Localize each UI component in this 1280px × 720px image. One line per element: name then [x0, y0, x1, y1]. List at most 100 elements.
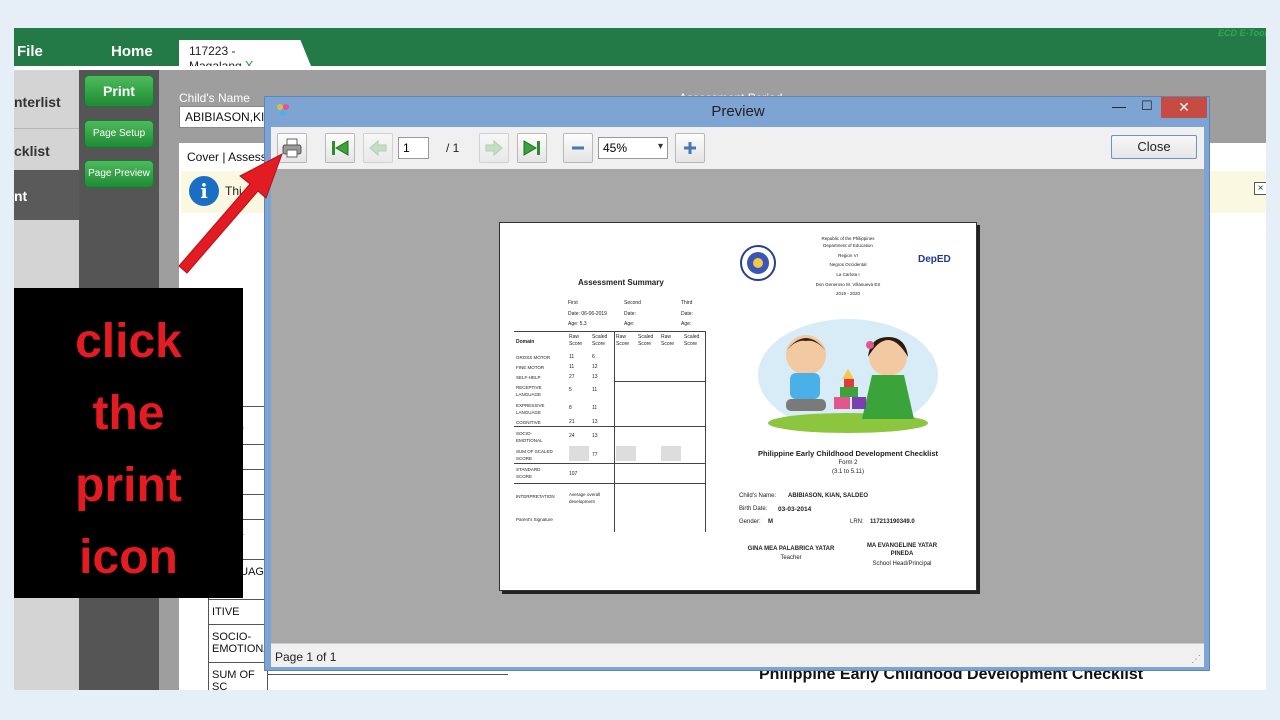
assessment-2-age: Age:	[624, 321, 635, 327]
teacher-name: GINA MEA PALABRICA YATAR	[747, 546, 835, 552]
resize-grip-icon[interactable]: ⋰	[1191, 654, 1201, 665]
next-page-button[interactable]	[479, 133, 509, 163]
assessment-1-label: First	[568, 300, 578, 306]
row-raw: 5	[569, 387, 572, 393]
sidebar-item-masterlist[interactable]: nterlist	[14, 70, 79, 128]
sidebar-item-checklist[interactable]: cklist	[14, 128, 79, 170]
first-page-button[interactable]	[325, 133, 355, 163]
row-scaled: 12	[592, 364, 598, 370]
table-row: ITIVE	[208, 599, 268, 624]
row-raw: 11	[569, 354, 575, 360]
row-raw: 27	[569, 374, 575, 380]
page-setup-button[interactable]: Page Setup	[84, 120, 154, 148]
assessment-3-age: Age:	[681, 321, 692, 327]
last-page-icon	[523, 140, 540, 156]
status-bar: Page 1 of 1 ⋰	[271, 643, 1204, 667]
col-domain: Domain	[516, 339, 535, 345]
child-name-label: Child's Name	[179, 91, 250, 105]
sidebar-item-report[interactable]: nt	[14, 170, 79, 220]
app-brand: ECD E-Tool	[1218, 28, 1266, 38]
assessment-1-age: Age: 5.3	[568, 321, 587, 327]
minimize-button[interactable]: —	[1105, 98, 1133, 118]
gender-label: Gender:	[739, 519, 761, 525]
chevron-down-icon: ▾	[657, 141, 663, 152]
header-line: 2019 - 2020	[835, 291, 861, 296]
header-line: La Carlota I	[836, 272, 860, 277]
bg-table-rule	[268, 674, 508, 675]
table-rule	[705, 331, 706, 532]
page-preview-button[interactable]: Page Preview	[84, 160, 154, 188]
row-raw: 24	[569, 433, 575, 439]
col-scaled-1: Scaled Score	[592, 334, 608, 347]
form-title: Philippine Early Childhood Development C…	[757, 449, 939, 458]
header-line: Region VI	[838, 253, 858, 258]
info-icon: i	[189, 176, 219, 206]
header-line: Negros Occidental	[829, 262, 867, 267]
sum-value: 77	[592, 452, 598, 458]
standard-value: 107	[569, 471, 578, 477]
previous-page-button[interactable]	[363, 133, 393, 163]
print-button[interactable]: Print	[84, 75, 154, 107]
app-menubar: File Home 117223 - MagalangX ECD E-Tool	[14, 28, 1266, 66]
menu-home[interactable]: Home	[111, 43, 153, 60]
menu-file[interactable]: File	[17, 43, 43, 60]
parent-signature-label: Parent's Signature	[516, 517, 553, 522]
arrow-left-icon	[369, 139, 387, 157]
dialog-close-button[interactable]: ✕	[1161, 97, 1207, 118]
row-domain: SOCIO-EMOTIONAL	[516, 431, 543, 443]
gray-cell	[661, 446, 681, 461]
row-domain: GROSS MOTOR	[516, 355, 551, 360]
lrn-value: 117213190349.0	[870, 519, 915, 525]
first-page-icon	[332, 140, 349, 156]
row-domain: COGNITIVE	[516, 420, 541, 425]
col-raw-1: Raw Score	[569, 334, 583, 347]
interp-value: Average overall development	[569, 492, 601, 504]
row-scaled: 6	[592, 354, 595, 360]
row-domain: EXPRESSIVE LANGUAGE	[516, 403, 545, 415]
gender-value: M	[768, 519, 773, 525]
header-line: Don Generoso M. Villanueva ES	[815, 282, 881, 287]
page-status: Page 1 of 1	[275, 650, 337, 664]
header-line: Department of Education	[823, 243, 873, 248]
callout-line: click	[75, 315, 182, 368]
assessment-2-label: Second	[624, 300, 641, 306]
close-button[interactable]: Close	[1111, 135, 1197, 159]
info-banner-text: Thi	[225, 184, 242, 198]
table-row: SUM OF SC SCORE	[208, 662, 268, 690]
zoom-in-button[interactable]	[675, 133, 705, 163]
sum-label: SUM OF SCALED SCORE	[516, 449, 553, 461]
row-domain: RECEPTIVE LANGUAGE	[516, 385, 542, 397]
zoom-out-button[interactable]	[563, 133, 593, 163]
assessment-1-date: Date: 06-06-2019	[568, 311, 607, 317]
arrow-right-icon	[485, 139, 503, 157]
maximize-button[interactable]: ☐	[1133, 98, 1161, 118]
zoom-value: 45%	[603, 141, 628, 155]
school-head-role: School Head/Principal	[872, 561, 932, 567]
sidebar-item-label: nt	[14, 188, 28, 204]
col-raw-3: Raw Score	[661, 334, 675, 347]
zoom-select[interactable]: 45% ▾	[598, 137, 668, 159]
print-toolbar-button[interactable]	[277, 133, 307, 163]
teacher-role: Teacher	[780, 555, 802, 561]
table-rule	[514, 426, 706, 427]
preview-toolbar: 1 / 1 45% ▾ Close	[271, 127, 1204, 169]
table-rule	[514, 331, 706, 332]
child-name-value: ABIBIASON, KIAN, SALDEO	[788, 493, 869, 499]
banner-close-icon[interactable]: ×	[1254, 182, 1266, 195]
row-scaled: 13	[592, 374, 598, 380]
page-total-label: / 1	[446, 141, 460, 155]
document-tab[interactable]: 117223 - MagalangX	[179, 40, 311, 66]
tab-cover-assessment[interactable]: Cover | Assess	[187, 150, 267, 164]
page-number-input[interactable]: 1	[398, 137, 429, 159]
children-illustration-icon	[758, 319, 938, 433]
col-scaled-3: Scaled Score	[684, 334, 700, 347]
row-raw: 21	[569, 419, 575, 425]
row-domain: SELF-HELP	[516, 375, 541, 380]
interp-label: INTERPRETATION	[516, 494, 555, 499]
instruction-callout: click the print icon	[14, 288, 243, 598]
last-page-button[interactable]	[517, 133, 547, 163]
printer-icon	[282, 138, 302, 158]
dialog-title: Preview	[711, 103, 765, 120]
gray-cell	[569, 446, 589, 461]
row-raw: 11	[569, 364, 575, 370]
